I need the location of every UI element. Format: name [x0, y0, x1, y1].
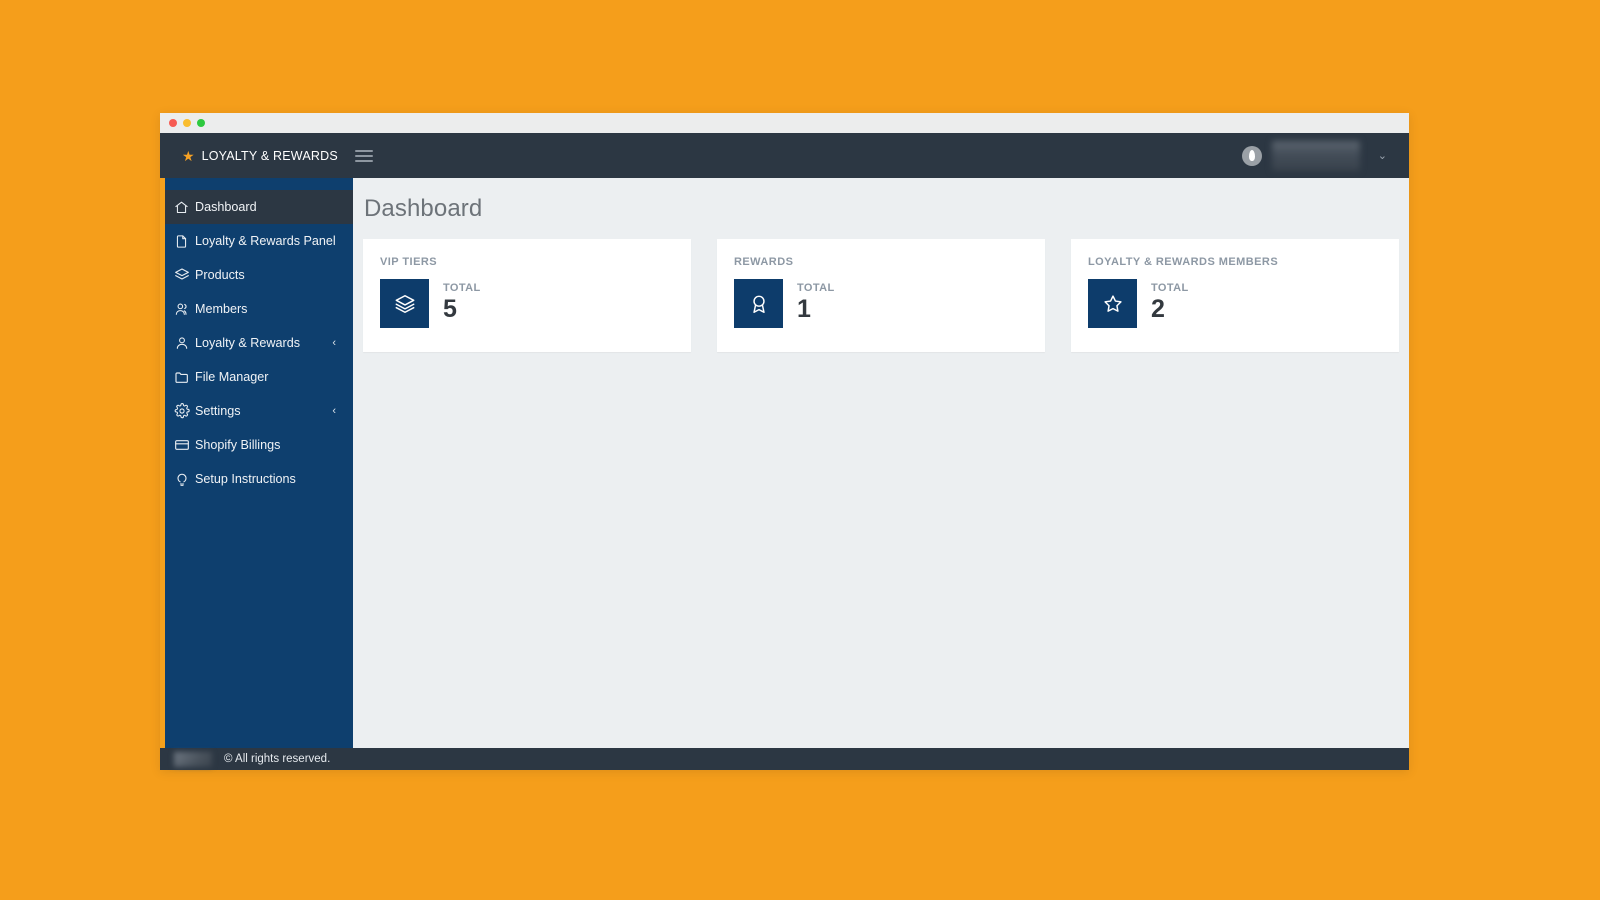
- hamburger-icon[interactable]: [355, 149, 373, 162]
- chevron-left-icon[interactable]: ‹: [332, 405, 336, 417]
- minimize-window-button[interactable]: [183, 119, 191, 127]
- chevron-left-icon[interactable]: ‹: [332, 337, 336, 349]
- sidebar-item-label: Loyalty & Rewards Panel: [195, 234, 336, 248]
- gear-icon: [174, 403, 195, 419]
- stat-total-value: 2: [1151, 295, 1165, 323]
- sidebar-accent-bar: [160, 178, 165, 770]
- brand-logo[interactable]: ★ LOYALTY & REWARDS: [160, 133, 353, 178]
- sidebar-item-label: Settings: [195, 404, 241, 418]
- footer-copyright: © All rights reserved.: [224, 753, 331, 765]
- browser-window: ★ LOYALTY & REWARDS ⌄ Dashboard Loyalty …: [160, 113, 1409, 770]
- stat-card-loyalty-rewards-members[interactable]: LOYALTY & REWARDS MEMBERS TOTAL 2: [1071, 239, 1399, 352]
- sidebar-item-label: Shopify Billings: [195, 438, 281, 452]
- sidebar-item-loyalty-rewards[interactable]: Loyalty & Rewards ‹: [160, 326, 353, 360]
- stat-card-figures: TOTAL 2: [1151, 279, 1189, 322]
- sidebar-item-members[interactable]: Members: [160, 292, 353, 326]
- username-redacted: [1271, 140, 1360, 171]
- file-icon: [174, 234, 195, 249]
- stat-card-title: LOYALTY & REWARDS MEMBERS: [1088, 256, 1279, 268]
- user-menu[interactable]: ⌄: [1241, 140, 1409, 171]
- user-icon: [174, 335, 195, 351]
- stat-card-title: VIP TIERS: [380, 256, 438, 268]
- stat-card-figures: TOTAL 1: [797, 279, 835, 322]
- star-icon: ★: [182, 147, 195, 164]
- sidebar-item-file-manager[interactable]: File Manager: [160, 360, 353, 394]
- brand-title: LOYALTY & REWARDS: [201, 148, 338, 163]
- hamburger-bar: [355, 159, 373, 162]
- app-shell: ★ LOYALTY & REWARDS ⌄ Dashboard Loyalty …: [160, 133, 1409, 770]
- stat-card-title: REWARDS: [734, 256, 794, 268]
- footer: © All rights reserved.: [160, 748, 1409, 770]
- sidebar-navigation: Dashboard Loyalty & Rewards Panel Produc…: [160, 178, 353, 770]
- main-content: Dashboard VIP TIERS TOTAL 5 REWARDS TOTA…: [353, 178, 1409, 748]
- sidebar-item-settings[interactable]: Settings ‹: [160, 394, 353, 428]
- layers-icon: [174, 267, 195, 283]
- hamburger-bar: [355, 149, 373, 152]
- stat-cards-row: VIP TIERS TOTAL 5 REWARDS TOTAL 1 LOYALT…: [353, 223, 1409, 352]
- footer-brand-redacted: [174, 751, 212, 767]
- stat-total-value: 1: [797, 295, 811, 323]
- sidebar-item-dashboard[interactable]: Dashboard: [160, 190, 353, 224]
- sidebar-item-products[interactable]: Products: [160, 258, 353, 292]
- window-titlebar: [160, 113, 1409, 133]
- stat-total-value: 5: [443, 295, 457, 323]
- avatar-glyph: [1248, 150, 1255, 161]
- award-ribbon-icon: [734, 279, 783, 328]
- stat-card-vip-tiers[interactable]: VIP TIERS TOTAL 5: [363, 239, 691, 352]
- stat-card-body: TOTAL 1: [734, 279, 1045, 328]
- sidebar-item-label: Members: [195, 302, 248, 316]
- sidebar-item-setup-instructions[interactable]: Setup Instructions: [160, 462, 353, 496]
- user-avatar-icon: [1241, 145, 1262, 166]
- maximize-window-button[interactable]: [197, 119, 205, 127]
- sidebar-item-label: Loyalty & Rewards: [195, 336, 300, 350]
- sidebar-item-label: Setup Instructions: [195, 472, 296, 486]
- chevron-down-icon[interactable]: ⌄: [1378, 149, 1387, 162]
- close-window-button[interactable]: [169, 119, 177, 127]
- stat-card-body: TOTAL 2: [1088, 279, 1399, 328]
- stat-card-rewards[interactable]: REWARDS TOTAL 1: [717, 239, 1045, 352]
- sidebar-item-label: File Manager: [195, 370, 269, 384]
- stat-card-figures: TOTAL 5: [443, 279, 481, 322]
- page-title: Dashboard: [364, 195, 483, 222]
- layers-icon: [380, 279, 429, 328]
- sidebar-item-label: Products: [195, 268, 245, 282]
- credit-card-icon: [174, 437, 195, 453]
- hamburger-bar: [355, 154, 373, 157]
- stat-card-body: TOTAL 5: [380, 279, 691, 328]
- stat-total-label: TOTAL: [1151, 282, 1189, 294]
- star-outline-icon: [1088, 279, 1137, 328]
- home-icon: [174, 200, 195, 215]
- stat-total-label: TOTAL: [443, 282, 481, 294]
- sidebar-item-shopify-billings[interactable]: Shopify Billings: [160, 428, 353, 462]
- sidebar-item-loyalty-rewards-panel[interactable]: Loyalty & Rewards Panel: [160, 224, 353, 258]
- folder-icon: [174, 369, 195, 385]
- top-navbar: ★ LOYALTY & REWARDS ⌄: [160, 133, 1409, 178]
- users-icon: [174, 301, 195, 317]
- lightbulb-icon: [174, 471, 195, 487]
- sidebar-item-label: Dashboard: [195, 200, 257, 214]
- stat-total-label: TOTAL: [797, 282, 835, 294]
